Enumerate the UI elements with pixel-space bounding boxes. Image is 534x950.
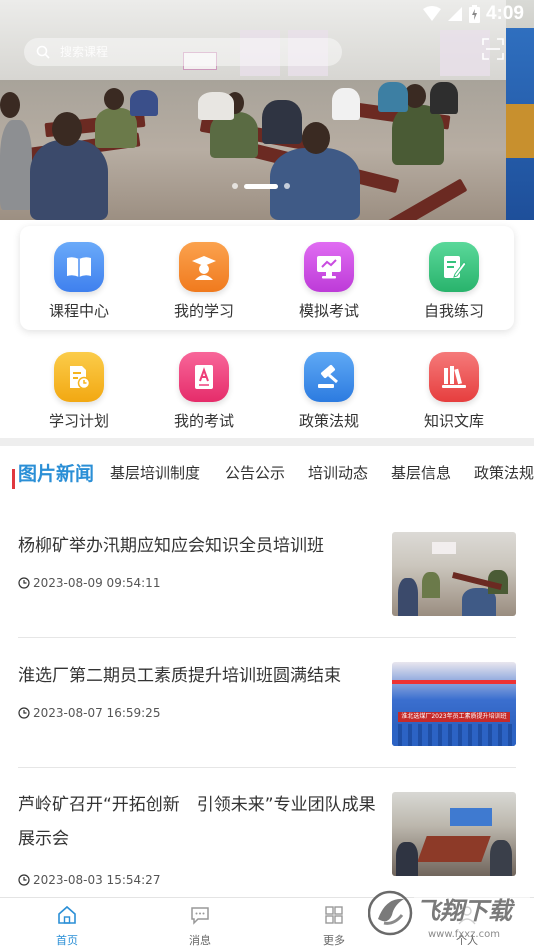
nav-label: 首页 xyxy=(56,934,78,947)
news-thumbnail xyxy=(392,792,516,876)
clock-icon xyxy=(18,707,30,719)
exam-paper-icon xyxy=(179,352,229,402)
menu-item-my-learning[interactable]: 我的学习 xyxy=(149,242,259,321)
status-time: 4:09 xyxy=(485,3,524,24)
news-title: 芦岭矿召开“开拓创新 引领未来”专业团队成果展示会 xyxy=(18,795,376,849)
news-item[interactable]: 杨柳矿举办汛期应知应会知识全员培训班 2023-08-09 09:54:11 xyxy=(18,530,516,620)
watermark-logo: 飞翔下载 www.fxxz.com xyxy=(367,885,534,941)
menu-label: 模拟考试 xyxy=(298,302,359,320)
news-separator xyxy=(18,767,516,768)
menu-item-course-center[interactable]: 课程中心 xyxy=(24,242,134,321)
news-time: 2023-08-09 09:54:11 xyxy=(33,576,161,590)
battery-icon xyxy=(468,5,480,23)
note-edit-icon xyxy=(429,242,479,292)
menu-item-my-exam[interactable]: 我的考试 xyxy=(149,352,259,431)
menu-label: 我的考试 xyxy=(173,412,234,430)
nav-home[interactable]: 首页 xyxy=(22,904,112,948)
schedule-icon xyxy=(54,352,104,402)
scan-icon[interactable] xyxy=(482,38,504,60)
menu-label: 课程中心 xyxy=(48,302,109,320)
book-icon xyxy=(54,242,104,292)
watermark-url: www.fxxz.com xyxy=(428,929,500,940)
menu-item-study-plan[interactable]: 学习计划 xyxy=(24,352,134,431)
watermark-text: 飞翔下载 xyxy=(416,897,516,925)
search-icon xyxy=(36,45,50,59)
grid-icon xyxy=(325,906,343,924)
wifi-icon xyxy=(422,6,441,21)
banner-carousel[interactable]: 4:09 xyxy=(0,0,534,220)
menu-label: 学习计划 xyxy=(48,412,109,430)
menu-label: 我的学习 xyxy=(173,302,234,320)
news-item[interactable]: 淮选厂第二期员工素质提升培训班圆满结束 2023-08-07 16:59:25 … xyxy=(18,660,516,750)
tab-policy[interactable]: 政策法规 xyxy=(474,462,534,483)
news-tabs: 图片新闻 基层培训制度 公告公示 培训动态 基层信息 政策法规 xyxy=(0,462,534,494)
next-slide-preview xyxy=(506,28,534,220)
menu-item-self-practice[interactable]: 自我练习 xyxy=(399,242,509,321)
tab-grassroots-info[interactable]: 基层信息 xyxy=(391,462,451,483)
nav-more[interactable]: 更多 xyxy=(289,904,379,948)
tab-training-system[interactable]: 基层培训制度 xyxy=(110,462,200,483)
library-icon xyxy=(429,352,479,402)
carousel-dot[interactable] xyxy=(232,183,238,189)
message-icon xyxy=(191,907,209,925)
nav-label: 消息 xyxy=(189,934,211,947)
search-input[interactable] xyxy=(60,45,320,59)
section-divider xyxy=(0,438,534,446)
nav-label: 更多 xyxy=(323,934,345,947)
menu-label: 政策法规 xyxy=(298,412,359,430)
tab-announcements[interactable]: 公告公示 xyxy=(225,462,285,483)
menu-item-mock-exam[interactable]: 模拟考试 xyxy=(274,242,384,321)
news-time: 2023-08-03 15:54:27 xyxy=(33,873,161,887)
news-title: 淮选厂第二期员工素质提升培训班圆满结束 xyxy=(18,666,341,686)
menu-label: 知识文库 xyxy=(423,412,484,430)
news-thumbnail xyxy=(392,532,516,616)
menu-item-policy[interactable]: 政策法规 xyxy=(274,352,384,431)
graduate-icon xyxy=(179,242,229,292)
clock-icon xyxy=(18,577,30,589)
menu-item-knowledge-library[interactable]: 知识文库 xyxy=(399,352,509,431)
search-bar[interactable] xyxy=(24,38,342,66)
tab-picture-news[interactable]: 图片新闻 xyxy=(18,462,94,486)
news-item[interactable]: 芦岭矿召开“开拓创新 引领未来”专业团队成果展示会 2023-08-03 15:… xyxy=(18,788,516,888)
home-icon xyxy=(58,905,76,924)
thumb-banner-text: 淮北选煤厂2023年员工素质提升培训班 xyxy=(398,712,510,722)
gavel-icon xyxy=(304,352,354,402)
news-thumbnail: 淮北选煤厂2023年员工素质提升培训班 xyxy=(392,662,516,746)
monitor-icon xyxy=(304,242,354,292)
status-bar: 4:09 xyxy=(0,0,534,28)
nav-messages[interactable]: 消息 xyxy=(155,904,245,948)
carousel-indicator xyxy=(232,183,290,189)
clock-icon xyxy=(18,874,30,886)
signal-icon xyxy=(447,7,462,21)
tab-training-news[interactable]: 培训动态 xyxy=(308,462,368,483)
news-title: 杨柳矿举办汛期应知应会知识全员培训班 xyxy=(18,536,324,556)
carousel-dot[interactable] xyxy=(284,183,290,189)
news-time: 2023-08-07 16:59:25 xyxy=(33,706,161,720)
carousel-dot-active[interactable] xyxy=(244,183,278,189)
news-separator xyxy=(18,637,516,638)
menu-label: 自我练习 xyxy=(423,302,484,320)
